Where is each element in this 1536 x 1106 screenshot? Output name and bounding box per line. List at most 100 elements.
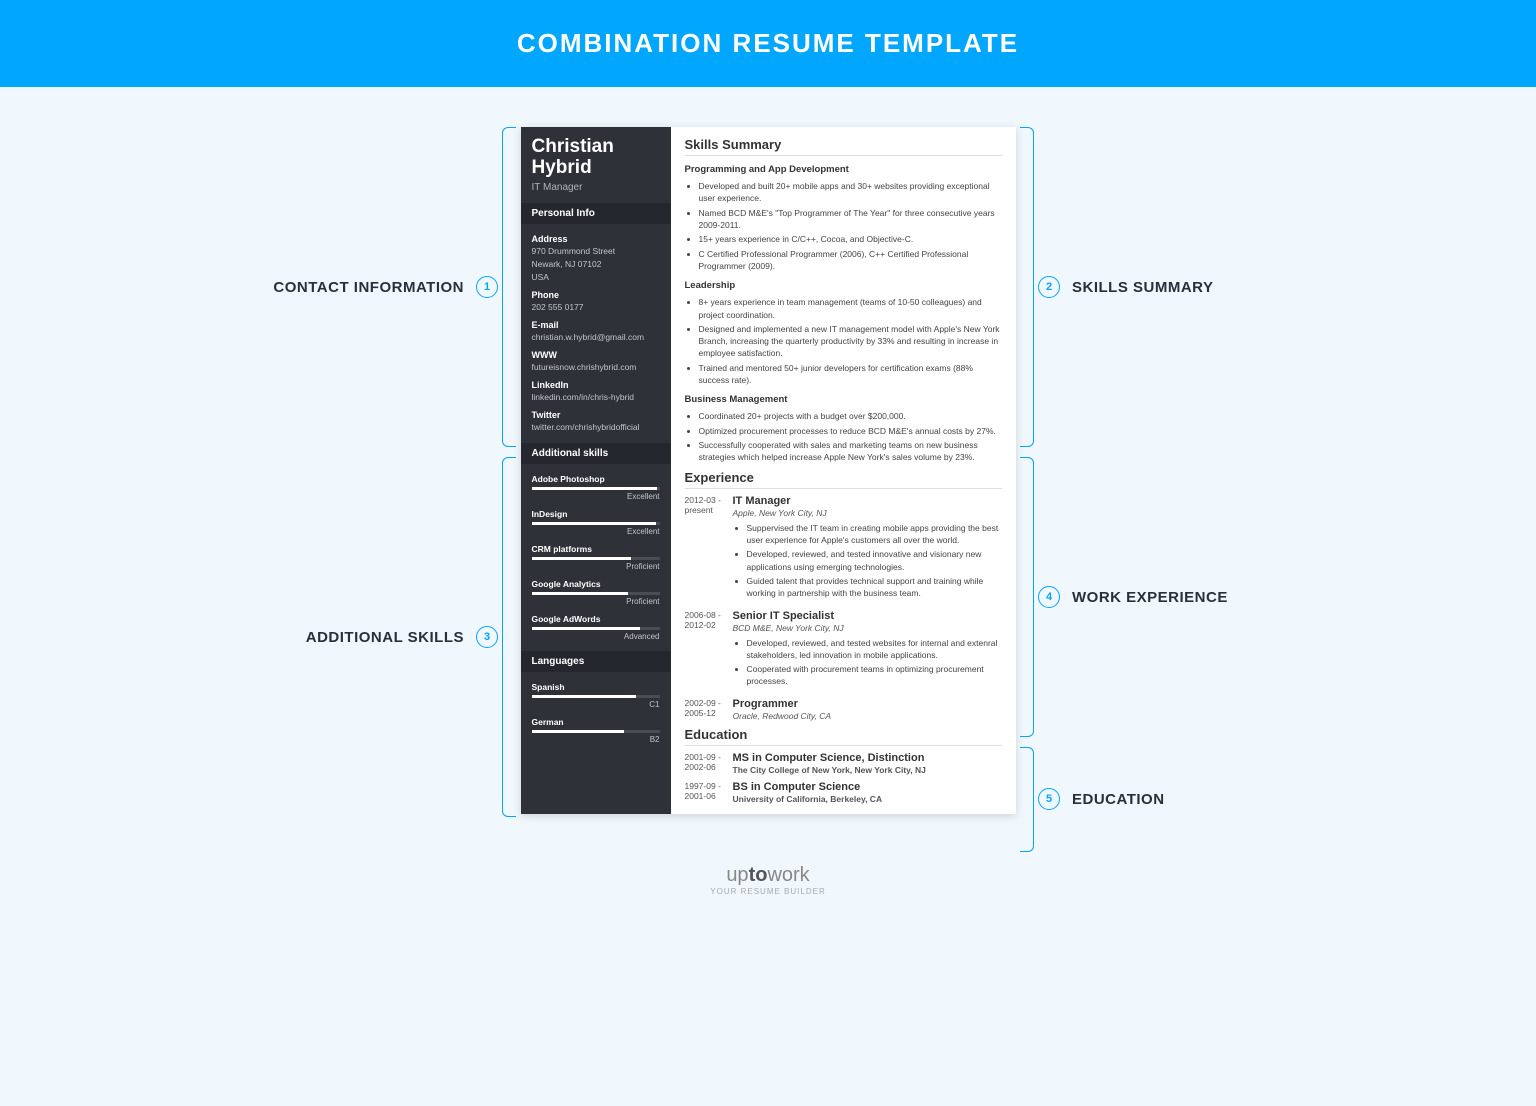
brand-part: to bbox=[749, 864, 768, 886]
list-item: Trained and mentored 50+ junior develope… bbox=[699, 362, 1002, 387]
email-value: christian.w.hybrid@gmail.com bbox=[532, 332, 660, 343]
brace-education bbox=[1020, 747, 1034, 852]
lang-bar bbox=[532, 730, 660, 733]
callout-edu: 5 EDUCATION bbox=[1038, 788, 1165, 810]
email-label: E-mail bbox=[532, 320, 660, 330]
lang-level: C1 bbox=[532, 700, 660, 709]
sidebar-languages-header: Languages bbox=[521, 651, 671, 672]
list-item: Named BCD M&E's "Top Programmer of The Y… bbox=[699, 207, 1002, 232]
skill-bar bbox=[532, 522, 660, 525]
list-item: Developed, reviewed, and tested websites… bbox=[747, 637, 1002, 662]
resume-document: Christian Hybrid IT Manager Personal Inf… bbox=[521, 127, 1016, 814]
skills-group-heading: Programming and App Development bbox=[685, 164, 1002, 175]
person-name: Christian Hybrid bbox=[532, 137, 660, 179]
callout-workexp: 4 WORK EXPERIENCE bbox=[1038, 586, 1228, 608]
date-to: 2005-12 bbox=[685, 708, 733, 718]
callout-contact: CONTACT INFORMATION 1 bbox=[273, 276, 498, 298]
company: Apple, New York City, NJ bbox=[733, 508, 1002, 518]
twitter-value: twitter.com/chrishybridofficial bbox=[532, 422, 660, 433]
list-item: C Certified Professional Programmer (200… bbox=[699, 248, 1002, 273]
resume-body: Skills Summary Programming and App Devel… bbox=[671, 127, 1016, 814]
twitter-label: Twitter bbox=[532, 410, 660, 420]
list-item: 8+ years experience in team management (… bbox=[699, 296, 1002, 321]
callout-addskills: ADDITIONAL SKILLS 3 bbox=[306, 626, 498, 648]
skill-level: Advanced bbox=[532, 632, 660, 641]
skills-list: Coordinated 20+ projects with a budget o… bbox=[685, 410, 1002, 463]
sidebar-skills-header: Additional skills bbox=[521, 443, 671, 464]
sidebar: Christian Hybrid IT Manager Personal Inf… bbox=[521, 127, 671, 814]
main-area: CONTACT INFORMATION 1 ADDITIONAL SKILLS … bbox=[0, 87, 1536, 844]
callout-label: WORK EXPERIENCE bbox=[1072, 589, 1228, 606]
callout-num: 4 bbox=[1038, 586, 1060, 608]
callout-num: 1 bbox=[476, 276, 498, 298]
section-experience: Experience bbox=[685, 470, 1002, 489]
company: BCD M&E, New York City, NJ bbox=[733, 623, 1002, 633]
lang-level: B2 bbox=[532, 735, 660, 744]
skill-bar bbox=[532, 557, 660, 560]
list-item: Cooperated with procurement teams in opt… bbox=[747, 663, 1002, 688]
skill-level: Proficient bbox=[532, 597, 660, 606]
callout-label: EDUCATION bbox=[1072, 791, 1165, 808]
skill-name: Adobe Photoshop bbox=[532, 474, 660, 484]
skills-list: 8+ years experience in team management (… bbox=[685, 296, 1002, 386]
brand-tagline: YOUR RESUME BUILDER bbox=[0, 887, 1536, 896]
list-item: Guided talent that provides technical su… bbox=[747, 575, 1002, 600]
skill-level: Excellent bbox=[532, 527, 660, 536]
date-from: 2001-09 - bbox=[685, 752, 733, 762]
degree-title: MS in Computer Science, Distinction bbox=[733, 752, 1002, 764]
linkedin-label: LinkedIn bbox=[532, 380, 660, 390]
degree-title: BS in Computer Science bbox=[733, 781, 1002, 793]
list-item: Designed and implemented a new IT manage… bbox=[699, 323, 1002, 360]
callout-num: 3 bbox=[476, 626, 498, 648]
brace-experience bbox=[1020, 457, 1034, 737]
languages-block: Spanish C1 German B2 bbox=[521, 672, 671, 754]
www-label: WWW bbox=[532, 350, 660, 360]
address-line: USA bbox=[532, 272, 660, 283]
address-line: 970 Drummond Street bbox=[532, 246, 660, 257]
lang-name: Spanish bbox=[532, 682, 660, 692]
skill-bar bbox=[532, 627, 660, 630]
list-item: Developed, reviewed, and tested innovati… bbox=[747, 548, 1002, 573]
list-item: Successfully cooperated with sales and m… bbox=[699, 439, 1002, 464]
date-to: present bbox=[685, 505, 733, 515]
experience-entry: 2012-03 -present IT Manager Apple, New Y… bbox=[685, 495, 1002, 604]
experience-entry: 2002-09 -2005-12 Programmer Oracle, Redw… bbox=[685, 698, 1002, 721]
date-from: 2002-09 - bbox=[685, 698, 733, 708]
skills-group-heading: Leadership bbox=[685, 280, 1002, 291]
brand-part: work bbox=[767, 864, 809, 886]
list-item: Coordinated 20+ projects with a budget o… bbox=[699, 410, 1002, 422]
skill-level: Excellent bbox=[532, 492, 660, 501]
phone-label: Phone bbox=[532, 290, 660, 300]
address-label: Address bbox=[532, 234, 660, 244]
address-line: Newark, NJ 07102 bbox=[532, 259, 660, 270]
skill-name: Google Analytics bbox=[532, 579, 660, 589]
date-from: 2006-08 - bbox=[685, 610, 733, 620]
phone-value: 202 555 0177 bbox=[532, 302, 660, 313]
section-education: Education bbox=[685, 727, 1002, 746]
job-title: Senior IT Specialist bbox=[733, 610, 1002, 622]
school: The City College of New York, New York C… bbox=[733, 765, 1002, 775]
callout-label: ADDITIONAL SKILLS bbox=[306, 629, 464, 646]
list-item: Suppervised the IT team in creating mobi… bbox=[747, 522, 1002, 547]
callout-label: CONTACT INFORMATION bbox=[273, 279, 464, 296]
skill-bar bbox=[532, 487, 660, 490]
skill-level: Proficient bbox=[532, 562, 660, 571]
education-entry: 1997-09 -2001-06 BS in Computer Science … bbox=[685, 781, 1002, 804]
date-from: 1997-09 - bbox=[685, 781, 733, 791]
lang-name: German bbox=[532, 717, 660, 727]
list-item: Optimized procurement processes to reduc… bbox=[699, 425, 1002, 437]
brand-part: up bbox=[726, 864, 748, 886]
date-from: 2012-03 - bbox=[685, 495, 733, 505]
callout-num: 5 bbox=[1038, 788, 1060, 810]
footer-logo: uptowork YOUR RESUME BUILDER bbox=[0, 844, 1536, 916]
job-title: IT Manager bbox=[733, 495, 1002, 507]
job-title: Programmer bbox=[733, 698, 1002, 710]
brace-contact bbox=[502, 127, 516, 447]
company: Oracle, Redwood City, CA bbox=[733, 711, 1002, 721]
date-to: 2002-06 bbox=[685, 762, 733, 772]
callout-skillssum: 2 SKILLS SUMMARY bbox=[1038, 276, 1213, 298]
skill-name: CRM platforms bbox=[532, 544, 660, 554]
callout-label: SKILLS SUMMARY bbox=[1072, 279, 1213, 296]
lang-bar bbox=[532, 695, 660, 698]
school: University of California, Berkeley, CA bbox=[733, 794, 1002, 804]
